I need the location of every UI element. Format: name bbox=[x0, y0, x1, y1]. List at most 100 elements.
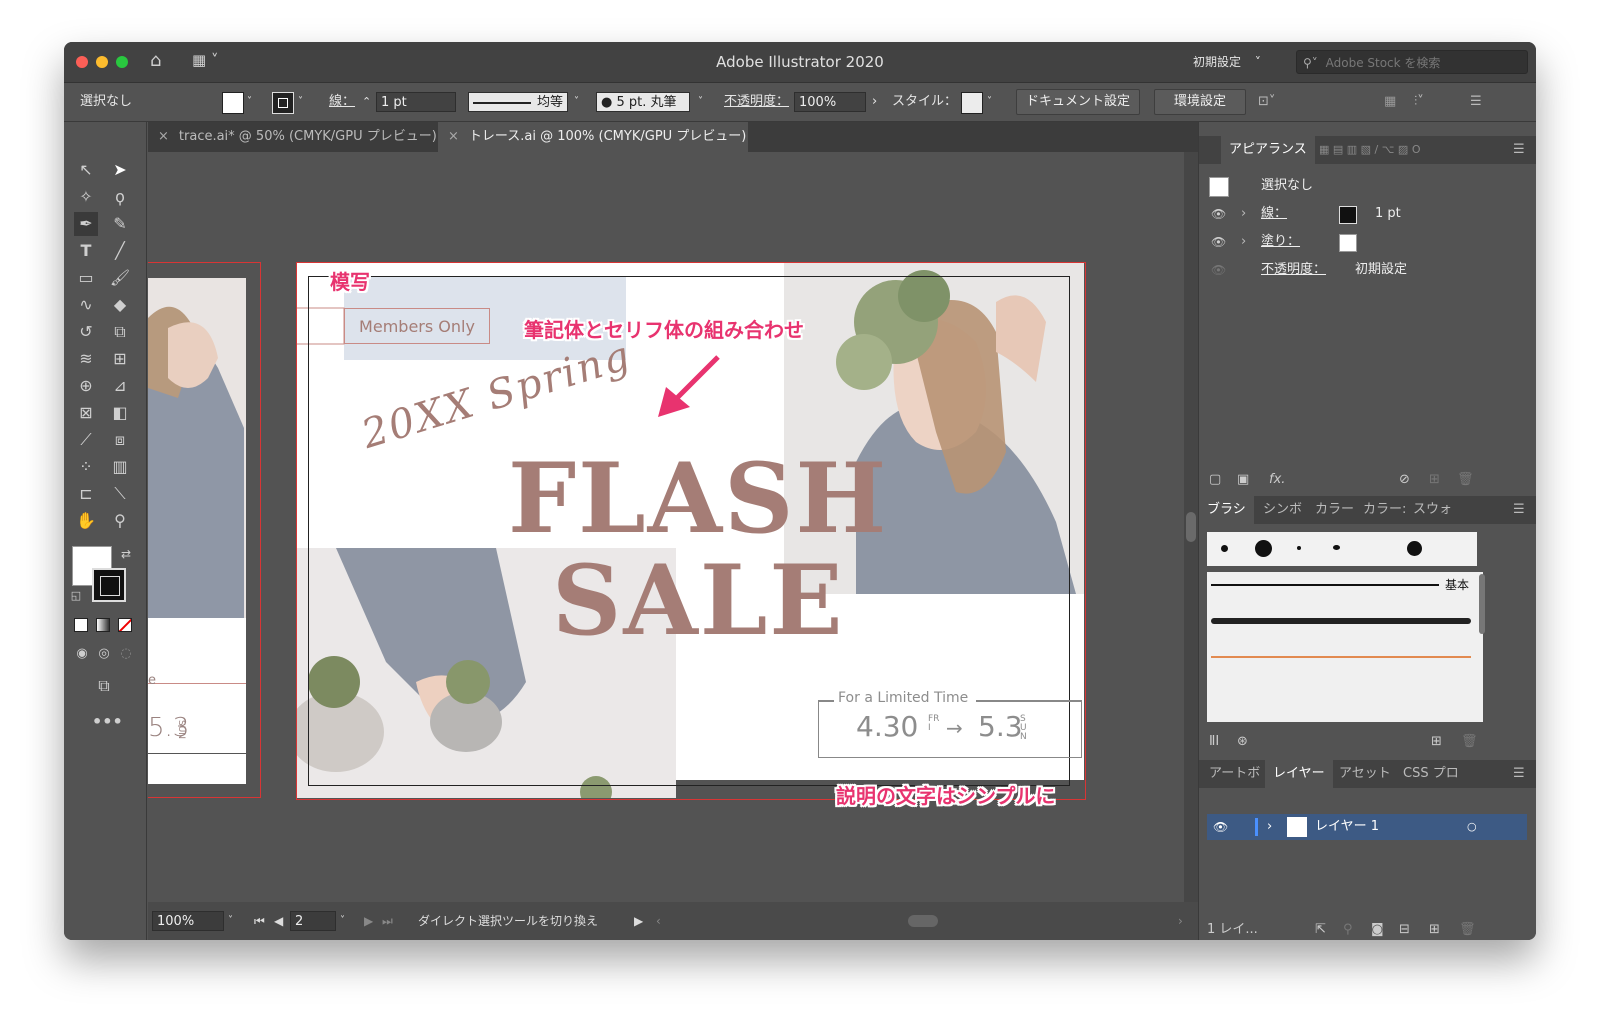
add-stroke-icon[interactable]: ▢ bbox=[1209, 466, 1221, 494]
collapsed-panel-icons[interactable]: ▦ ▤ ▥ ▧ / ⌥ ▨ O bbox=[1319, 136, 1420, 164]
brush-definition[interactable]: ● 5 pt. 丸筆 bbox=[596, 92, 690, 112]
previous-artboard-icon[interactable]: ◀ bbox=[274, 902, 283, 940]
charcoal-brush-stroke[interactable] bbox=[1211, 618, 1471, 624]
tab-color[interactable]: カラー bbox=[1315, 496, 1354, 524]
curvature-tool-icon[interactable]: ✎ bbox=[108, 212, 132, 236]
chevron-right-icon[interactable]: › bbox=[872, 83, 877, 121]
artboard-tool-icon[interactable]: ⊏ bbox=[74, 482, 98, 506]
next-artboard-icon[interactable]: ▶ bbox=[364, 902, 373, 940]
scroll-thumb[interactable] bbox=[1186, 512, 1196, 542]
brush-dot-large[interactable] bbox=[1255, 540, 1272, 557]
arrow-brush-stroke[interactable] bbox=[1211, 656, 1471, 658]
draw-normal-icon[interactable]: ◉ bbox=[70, 642, 94, 666]
canvas[interactable]: e 5.3 SUN Members Only 20XX Spring FLASH… bbox=[148, 152, 1184, 902]
selection-tool-icon[interactable]: ↖ bbox=[74, 158, 98, 182]
fill-swatch[interactable] bbox=[222, 92, 244, 114]
appearance-fill-row[interactable]: 👁︎ › 塗り： bbox=[1199, 228, 1536, 256]
mesh-tool-icon[interactable]: ⊠ bbox=[74, 401, 98, 425]
type-tool-icon[interactable]: T bbox=[74, 239, 98, 263]
clipping-mask-icon[interactable]: ◙ bbox=[1371, 916, 1384, 940]
direct-selection-tool-icon[interactable]: ➤ bbox=[108, 158, 132, 182]
hand-tool-icon[interactable]: ✋ bbox=[74, 509, 98, 533]
default-colors-icon[interactable]: ◱ bbox=[64, 584, 88, 608]
stock-search-input[interactable]: ⚲˅ Adobe Stock を検索 bbox=[1296, 50, 1528, 74]
delete-brush-icon[interactable]: 🗑︎ bbox=[1461, 728, 1478, 756]
variable-width-profile[interactable]: 均等 bbox=[468, 92, 568, 112]
appearance-stroke-row[interactable]: 👁︎ › 線： 1 pt bbox=[1199, 200, 1536, 228]
shaper-tool-icon[interactable]: ∿ bbox=[74, 293, 98, 317]
appearance-opacity-label[interactable]: 不透明度： bbox=[1261, 256, 1326, 284]
blend-tool-icon[interactable]: ⧈ bbox=[108, 428, 132, 452]
color-mode-icon[interactable] bbox=[74, 618, 88, 632]
brush-dot-medium[interactable] bbox=[1407, 541, 1422, 556]
appearance-fill-swatch[interactable] bbox=[1339, 234, 1357, 252]
screen-mode-icon[interactable]: ⧉ bbox=[92, 674, 116, 698]
chevron-down-icon[interactable]: ˅ bbox=[228, 902, 233, 940]
last-artboard-icon[interactable]: ⏭ bbox=[382, 902, 393, 940]
brush-dot-small[interactable] bbox=[1221, 545, 1228, 552]
eye-icon[interactable]: 👁︎ bbox=[1211, 228, 1226, 256]
workspace-switcher[interactable]: 初期設定 ˅ bbox=[1193, 51, 1273, 73]
appearance-stroke-label[interactable]: 線： bbox=[1261, 200, 1287, 228]
appearance-stroke-swatch[interactable] bbox=[1339, 206, 1357, 224]
arrange-icon[interactable]: ⫶˅ bbox=[1414, 83, 1424, 121]
clear-appearance-icon[interactable]: ⊘ bbox=[1399, 466, 1410, 494]
close-tab-icon[interactable]: × bbox=[448, 129, 459, 144]
eyedropper-icon[interactable]: ⟋ bbox=[74, 428, 98, 452]
stroke-weight-field[interactable]: 1 pt bbox=[376, 92, 456, 112]
delete-item-icon[interactable]: 🗑︎ bbox=[1457, 466, 1474, 494]
new-brush-icon[interactable]: ⊞ bbox=[1431, 728, 1442, 756]
first-artboard-icon[interactable]: ⏮ bbox=[254, 902, 265, 940]
symbol-sprayer-icon[interactable]: ⁘ bbox=[74, 455, 98, 479]
appearance-opacity-row[interactable]: 👁︎ 不透明度： 初期設定 bbox=[1199, 256, 1536, 284]
delete-layer-icon[interactable]: 🗑︎ bbox=[1459, 916, 1476, 940]
brush-dot-oval[interactable] bbox=[1333, 545, 1340, 550]
panel-menu-icon[interactable]: ☰ bbox=[1513, 136, 1525, 164]
tab-artboards[interactable]: アートボ bbox=[1209, 760, 1260, 788]
appearance-fill-label[interactable]: 塗り： bbox=[1261, 228, 1300, 256]
paintbrush-tool-icon[interactable]: 🖌︎ bbox=[108, 266, 132, 290]
tab-trace-jp-ai[interactable]: × トレース.ai @ 100% (CMYK/GPU プレビュー) bbox=[438, 122, 748, 152]
stroke-swatch[interactable] bbox=[272, 92, 294, 114]
artboard-number-field[interactable]: 2 bbox=[290, 911, 336, 931]
close-tab-icon[interactable]: × bbox=[158, 129, 169, 144]
eye-icon[interactable]: 👁︎ bbox=[1211, 200, 1226, 228]
basic-brush-stroke[interactable] bbox=[1211, 584, 1439, 586]
shape-builder-icon[interactable]: ⊕ bbox=[74, 374, 98, 398]
locate-object-icon[interactable]: ⚲ bbox=[1343, 916, 1353, 940]
new-sublayer-icon[interactable]: ⊟ bbox=[1399, 916, 1410, 940]
stroke-color-box[interactable] bbox=[92, 568, 126, 602]
eraser-tool-icon[interactable]: ◆ bbox=[108, 293, 132, 317]
opacity-field[interactable]: 100% bbox=[794, 92, 866, 112]
panel-menu-icon[interactable]: ☰ bbox=[1513, 760, 1525, 788]
chevron-down-icon[interactable]: ˅ bbox=[987, 83, 992, 121]
column-graph-icon[interactable]: ▥ bbox=[108, 455, 132, 479]
perspective-grid-icon[interactable]: ⊿ bbox=[108, 374, 132, 398]
draw-behind-icon[interactable]: ◎ bbox=[92, 642, 116, 666]
scroll-left-icon[interactable]: ‹ bbox=[656, 902, 661, 940]
new-layer-icon[interactable]: ⊞ bbox=[1429, 916, 1440, 940]
graphic-style-swatch[interactable] bbox=[961, 92, 983, 114]
chevron-down-icon[interactable]: ˅ bbox=[298, 83, 303, 121]
layer-target-icon[interactable]: ○ bbox=[1467, 814, 1477, 840]
scale-tool-icon[interactable]: ⧉ bbox=[108, 320, 132, 344]
gradient-mode-icon[interactable] bbox=[96, 618, 110, 632]
chevron-right-icon[interactable]: › bbox=[1241, 200, 1246, 228]
align-icon[interactable]: ⊡˅ bbox=[1258, 83, 1275, 121]
brush-libraries-icon[interactable]: ⅡⅠ bbox=[1209, 728, 1219, 756]
fx-icon[interactable]: fx. bbox=[1269, 466, 1285, 494]
rotate-tool-icon[interactable]: ↺ bbox=[74, 320, 98, 344]
duplicate-item-icon[interactable]: ⊞ bbox=[1429, 466, 1440, 494]
free-transform-icon[interactable]: ⊞ bbox=[108, 347, 132, 371]
scroll-right-icon[interactable]: › bbox=[1178, 902, 1183, 940]
tab-swatches[interactable]: スウォ bbox=[1413, 496, 1452, 524]
tab-symbols[interactable]: シンボ bbox=[1263, 496, 1302, 524]
line-tool-icon[interactable]: ╱ bbox=[108, 239, 132, 263]
draw-inside-icon[interactable]: ◌ bbox=[114, 642, 138, 666]
panel-menu-icon[interactable]: ☰ bbox=[1513, 496, 1525, 524]
appearance-stroke-value[interactable]: 1 pt bbox=[1375, 200, 1401, 228]
tab-trace-ai[interactable]: × trace.ai* @ 50% (CMYK/GPU プレビュー) bbox=[148, 122, 438, 152]
brush-dot-tiny[interactable] bbox=[1297, 546, 1301, 550]
chevron-right-icon[interactable]: › bbox=[1267, 814, 1272, 840]
zoom-field[interactable]: 100% bbox=[152, 911, 224, 931]
